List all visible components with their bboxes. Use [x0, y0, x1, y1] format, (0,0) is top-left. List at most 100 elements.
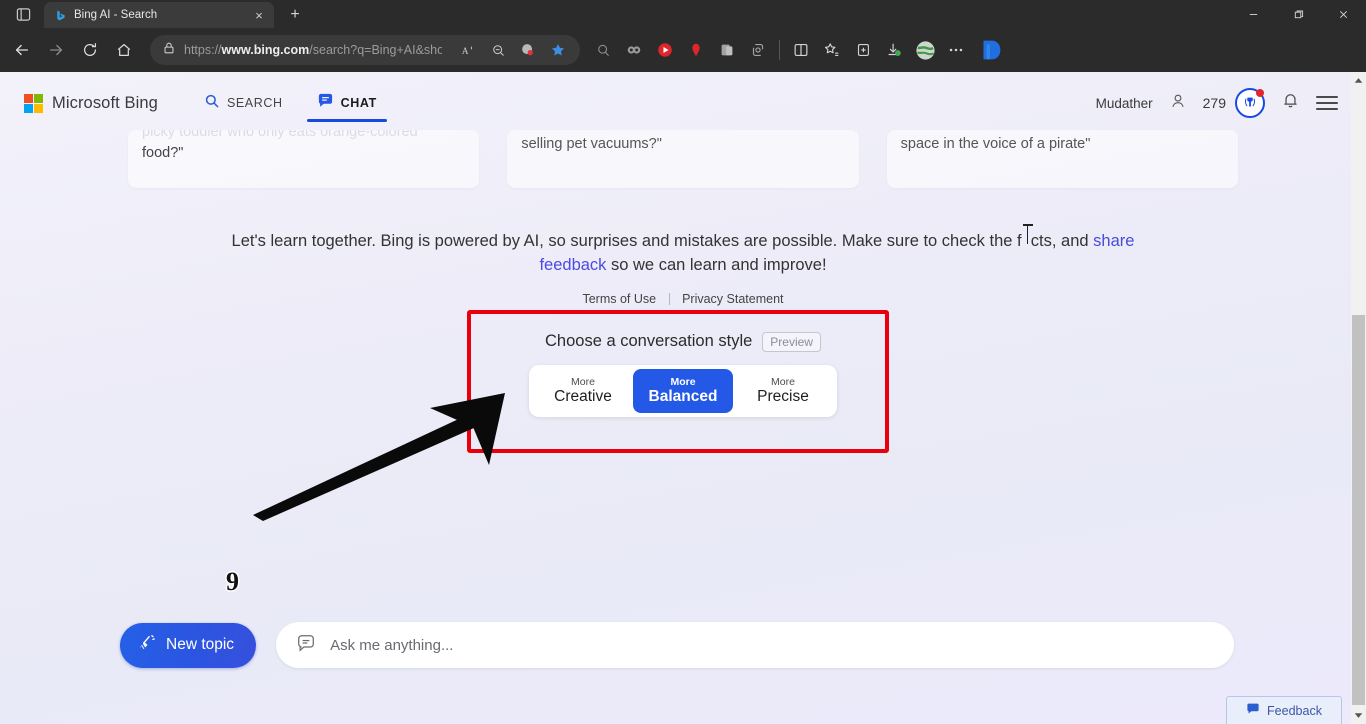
minimize-icon[interactable] — [1231, 0, 1276, 28]
extensions-icon[interactable] — [743, 35, 773, 65]
page-content: Microsoft Bing SEARCH CHAT Mudather — [0, 72, 1366, 724]
new-topic-label: New topic — [166, 636, 234, 654]
collections-pin-icon[interactable] — [514, 36, 542, 64]
text-cursor-artifact — [1022, 230, 1031, 254]
suggestion-card[interactable]: picky toddler who only eats orange-color… — [128, 130, 479, 188]
close-icon[interactable]: × — [251, 7, 267, 23]
suggestion-card[interactable]: selling pet vacuums?" — [507, 130, 858, 188]
tab-title: Bing AI - Search — [74, 9, 244, 21]
browser-window: Bing AI - Search × + — [0, 0, 1366, 724]
browser-essentials-icon[interactable] — [619, 35, 649, 65]
suggestion-card-line1: picky toddler who only eats orange-color… — [142, 130, 465, 140]
style-option-balanced-small: More — [670, 376, 695, 388]
scroll-down-arrow-icon[interactable] — [1351, 707, 1366, 724]
feedback-button[interactable]: Feedback — [1226, 696, 1342, 724]
back-icon[interactable] — [6, 34, 38, 66]
profile-avatar[interactable] — [910, 35, 940, 65]
conversation-style-section: Choose a conversation style Preview More… — [0, 332, 1366, 417]
favorites-icon[interactable] — [817, 35, 847, 65]
chat-input-container[interactable]: Ask me anything... — [276, 622, 1234, 668]
rewards-widget[interactable]: 279 — [1203, 88, 1265, 118]
suggestion-card-line1: space in the voice of a pirate" — [901, 136, 1224, 152]
terms-of-use-link[interactable]: Terms of Use — [582, 292, 656, 306]
rewards-badge-icon — [1235, 88, 1265, 118]
close-window-icon[interactable] — [1321, 0, 1366, 28]
new-topic-button[interactable]: New topic — [120, 623, 256, 668]
copilot-icon[interactable] — [974, 33, 1008, 67]
account-name[interactable]: Mudather — [1096, 96, 1153, 111]
collections-icon[interactable] — [848, 35, 878, 65]
scroll-up-arrow-icon[interactable] — [1351, 72, 1366, 89]
zoom-out-icon[interactable] — [484, 36, 512, 64]
navigation-toolbar: https://www.bing.com/search?q=Bing+AI&sh… — [0, 28, 1366, 72]
privacy-statement-link[interactable]: Privacy Statement — [682, 292, 783, 306]
maximize-icon[interactable] — [1276, 0, 1321, 28]
bing-header: Microsoft Bing SEARCH CHAT Mudather — [0, 72, 1366, 134]
conversation-style-header: Choose a conversation style Preview — [472, 332, 894, 352]
suggestion-card[interactable]: space in the voice of a pirate" — [887, 130, 1238, 188]
chat-bubble-icon — [317, 92, 334, 114]
rewards-points: 279 — [1203, 95, 1226, 111]
forward-icon[interactable] — [40, 34, 72, 66]
disclaimer-part2: cts, and — [1031, 232, 1093, 250]
bing-logo-text: Microsoft Bing — [52, 94, 158, 113]
person-icon[interactable] — [1169, 92, 1187, 115]
browser-tab[interactable]: Bing AI - Search × — [44, 2, 274, 28]
suggestion-cards: picky toddler who only eats orange-color… — [0, 130, 1366, 188]
disclaimer-part3: so we can learn and improve! — [606, 256, 826, 274]
tab-search[interactable]: SEARCH — [200, 72, 287, 134]
home-icon[interactable] — [108, 34, 140, 66]
chat-composer: New topic Ask me anything... — [0, 622, 1366, 668]
address-bar[interactable]: https://www.bing.com/search?q=Bing+AI&sh… — [150, 35, 580, 65]
style-option-balanced[interactable]: More Balanced — [633, 369, 733, 413]
reload-icon[interactable] — [74, 34, 106, 66]
disclaimer-part1: Let's learn together. Bing is powered by… — [232, 232, 1022, 250]
tab-chat[interactable]: CHAT — [313, 72, 381, 134]
tab-actions-button[interactable] — [4, 0, 42, 28]
downloads-icon[interactable] — [879, 35, 909, 65]
broom-icon — [136, 633, 156, 658]
style-option-creative-label: Creative — [554, 388, 612, 407]
feedback-label: Feedback — [1267, 704, 1322, 718]
tab-search-label: SEARCH — [227, 96, 283, 110]
lock-icon — [162, 41, 176, 60]
preview-badge: Preview — [762, 332, 821, 352]
split-screen-icon[interactable] — [786, 35, 816, 65]
extension-puzzle-gray-icon[interactable] — [712, 35, 742, 65]
search-sidebar-icon[interactable] — [588, 35, 618, 65]
bing-favicon — [54, 9, 67, 22]
suggestion-card-line2: food?" — [142, 145, 183, 161]
ai-disclaimer: Let's learn together. Bing is powered by… — [203, 230, 1163, 278]
omnibox-actions: A — [454, 36, 572, 64]
youtube-extension-icon[interactable] — [650, 35, 680, 65]
scrollbar-thumb[interactable] — [1352, 315, 1365, 705]
bing-header-right: Mudather 279 — [1096, 88, 1344, 118]
extensions-toolbar — [588, 33, 1012, 67]
style-option-precise-small: More — [771, 376, 795, 388]
bing-nav-tabs: SEARCH CHAT — [200, 72, 381, 134]
notifications-bell-icon[interactable] — [1281, 91, 1300, 115]
style-option-precise[interactable]: More Precise — [733, 369, 833, 413]
read-aloud-icon[interactable]: A — [454, 36, 482, 64]
rewards-notification-dot — [1256, 89, 1264, 97]
page-scrollbar[interactable] — [1351, 72, 1366, 724]
window-controls — [1231, 0, 1366, 28]
feedback-bubble-icon — [1246, 702, 1260, 719]
favorite-star-icon[interactable] — [544, 36, 572, 64]
conversation-style-title: Choose a conversation style — [545, 332, 752, 351]
new-tab-button[interactable]: + — [282, 2, 308, 28]
microsoft-bing-logo[interactable]: Microsoft Bing — [24, 94, 158, 113]
more-options-icon[interactable] — [941, 35, 971, 65]
chat-input-placeholder[interactable]: Ask me anything... — [330, 637, 453, 654]
style-option-balanced-label: Balanced — [649, 388, 718, 407]
style-option-creative-small: More — [571, 376, 595, 388]
svg-text:A: A — [461, 45, 468, 55]
hamburger-menu-icon[interactable] — [1316, 96, 1338, 110]
style-option-precise-label: Precise — [757, 388, 809, 407]
tab-strip: Bing AI - Search × + — [0, 0, 1366, 28]
recording-extension-icon[interactable] — [681, 35, 711, 65]
microsoft-logo-icon — [24, 94, 43, 113]
style-option-creative[interactable]: More Creative — [533, 369, 633, 413]
step-number-label: 9 — [226, 567, 239, 597]
message-icon — [296, 633, 316, 658]
